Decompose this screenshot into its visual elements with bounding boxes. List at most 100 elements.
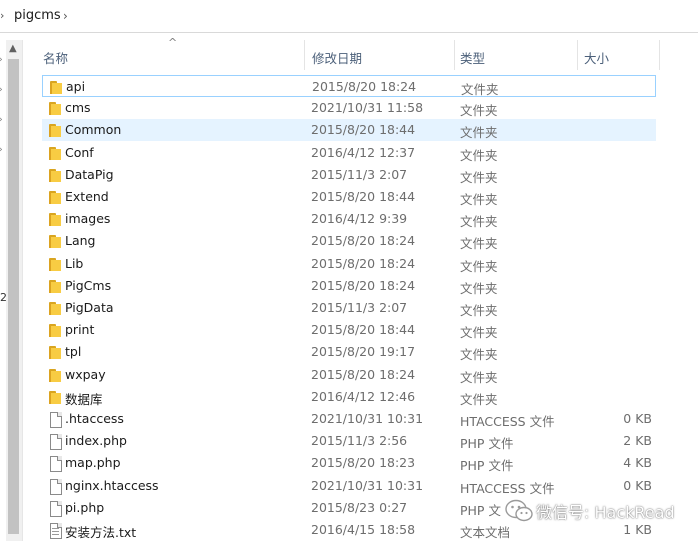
wechat-logo-icon [505,499,533,522]
file-type: 文件夹 [460,169,498,185]
column-divider[interactable] [304,40,305,70]
folder-icon [47,300,63,316]
column-divider[interactable] [659,40,660,70]
file-type: 文件夹 [460,347,498,363]
file-row[interactable]: Lib 2015/8/20 18:24 文件夹 [42,253,656,275]
file-type: PHP 文 [460,502,501,518]
column-header-size[interactable]: 大小 [584,48,609,67]
file-row[interactable]: DataPig 2015/11/3 2:07 文件夹 [42,164,656,186]
nav-expand-icon[interactable]: › [0,85,3,95]
file-row[interactable]: print 2015/8/20 18:44 文件夹 [42,319,656,341]
file-type: PHP 文件 [460,458,514,474]
file-row[interactable]: map.php 2015/8/20 18:23 PHP 文件 4 KB [42,452,656,474]
folder-icon [47,100,63,116]
file-name: nginx.htaccess [65,477,159,493]
folder-icon [47,367,63,383]
file-name: tpl [65,344,82,360]
folder-icon [47,233,63,249]
nav-expand-icon[interactable]: › [0,145,3,155]
file-name: images [65,211,111,227]
folder-icon [48,79,64,95]
breadcrumb-separator-icon[interactable]: › [0,9,4,22]
watermark-text: 微信号: HackRead [536,503,675,522]
file-type: 文件夹 [460,325,498,341]
address-bar[interactable]: › pigcms › [0,0,698,33]
nav-expand-icon[interactable]: › [0,115,3,125]
file-type: 文件夹 [460,369,498,385]
file-name: Common [65,122,122,138]
file-type: 文件夹 [460,303,498,318]
file-name: cms [65,100,91,116]
file-modified-date: 2015/8/20 18:24 [311,277,416,293]
file-name: .htaccess [65,411,124,426]
file-type: 文件夹 [460,280,498,296]
file-name: Lang [65,233,96,249]
file-modified-date: 2015/11/3 2:07 [311,300,408,315]
file-modified-date: 2015/8/20 18:44 [311,189,416,204]
column-divider[interactable] [577,40,578,70]
file-icon [47,455,63,473]
vertical-scrollbar[interactable]: ▲ [6,40,23,541]
navigation-pane[interactable]: › › › › 2 [0,33,7,541]
folder-icon [47,256,63,272]
wechat-watermark: 微信号: HackRead [496,496,696,526]
column-header: ^ 名称 修改日期 类型 大小 [36,36,666,70]
file-name: index.php [65,433,127,449]
nav-expand-icon[interactable]: › [0,55,3,65]
file-row[interactable]: index.php 2015/11/3 2:56 PHP 文件 2 KB [42,430,656,452]
file-row[interactable]: Lang 2015/8/20 18:24 文件夹 [42,230,656,252]
breadcrumb-current-folder[interactable]: pigcms [14,8,61,23]
file-row[interactable]: wxpay 2015/8/20 18:24 文件夹 [42,364,656,386]
file-row[interactable]: nginx.htaccess 2021/10/31 10:31 HTACCESS 文… [42,475,656,497]
file-modified-date: 2015/8/23 0:27 [311,499,408,515]
file-modified-date: 2016/4/15 18:58 [311,522,416,537]
file-modified-date: 2015/8/20 18:24 [312,79,417,94]
file-name: Lib [65,255,84,271]
column-header-date[interactable]: 修改日期 [312,48,362,67]
file-row[interactable]: images 2016/4/12 9:39 文件夹 [42,208,656,230]
file-size: 0 KB [623,477,652,493]
file-row[interactable]: .htaccess 2021/10/31 10:31 HTACCESS 文件 0 KB [42,408,656,430]
column-header-type[interactable]: 类型 [460,48,485,67]
file-name: pi.php [65,499,105,515]
file-type: 文件夹 [460,147,498,163]
file-row[interactable]: tpl 2015/8/20 19:17 文件夹 [42,341,656,363]
file-icon [47,500,63,517]
file-modified-date: 2016/4/12 12:46 [311,388,416,404]
file-row[interactable]: Common 2015/8/20 18:44 文件夹 [42,119,656,142]
folder-icon [47,211,63,227]
folder-icon [47,389,63,405]
file-modified-date: 2015/8/20 18:44 [311,322,416,338]
file-row[interactable]: Conf 2016/4/12 12:37 文件夹 [42,142,656,164]
file-type: 文件夹 [460,391,498,407]
column-header-name[interactable]: 名称 [43,48,68,67]
file-size: 4 KB [623,455,652,471]
scroll-up-arrow-icon[interactable]: ▲ [9,43,17,54]
file-row[interactable]: cms 2021/10/31 11:58 文件夹 [42,97,656,119]
file-name: PigCms [65,277,112,293]
file-name: map.php [65,455,121,471]
column-divider[interactable] [454,40,455,70]
folder-icon [47,167,63,183]
file-modified-date: 2016/4/12 9:39 [311,211,408,227]
file-modified-date: 2016/4/12 12:37 [311,144,416,160]
folder-icon [47,344,63,360]
file-icon [47,478,63,495]
file-row[interactable]: Extend 2015/8/20 18:44 文件夹 [42,186,656,208]
file-type: 文件夹 [460,258,498,274]
file-modified-date: 2015/8/20 18:24 [311,255,416,271]
file-row[interactable]: PigCms 2015/8/20 18:24 文件夹 [42,275,656,297]
file-modified-date: 2015/11/3 2:07 [311,166,408,182]
folder-icon [47,189,63,205]
file-modified-date: 2015/8/20 18:44 [311,122,416,138]
breadcrumb-chevron-icon[interactable]: › [63,9,68,23]
file-row[interactable]: api 2015/8/20 18:24 文件夹 [42,75,656,97]
file-type: 文件夹 [460,236,498,252]
scrollbar-thumb[interactable] [8,59,19,534]
file-name: print [65,322,95,338]
file-type: PHP 文件 [460,436,514,452]
file-row[interactable]: PigData 2015/11/3 2:07 文件夹 [42,297,656,319]
file-icon [47,433,63,451]
file-row[interactable]: 数据库 2016/4/12 12:46 文件夹 [42,386,656,408]
file-name: api [66,79,86,94]
